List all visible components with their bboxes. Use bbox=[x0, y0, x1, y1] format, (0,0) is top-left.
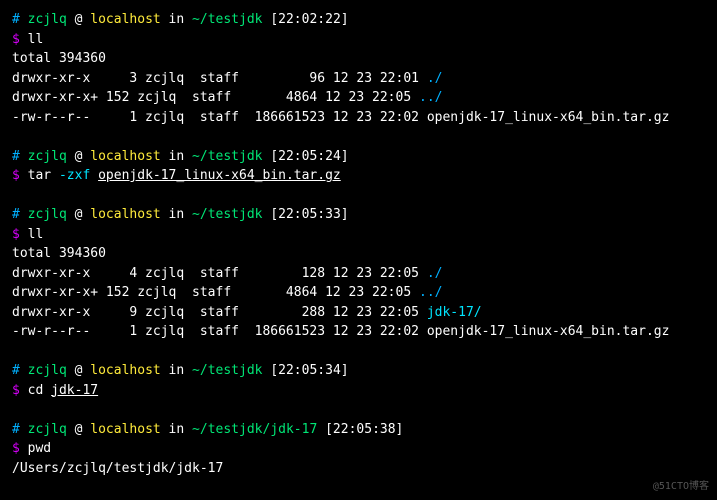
output-line: -rw-r--r-- 1 zcjlq staff 186661523 12 23… bbox=[12, 108, 705, 128]
prompt-path: ~/testjdk/jdk-17 bbox=[192, 422, 317, 437]
directory-name: ./ bbox=[427, 71, 443, 86]
command-line[interactable]: $ ll bbox=[12, 30, 705, 50]
prompt-in: in bbox=[161, 363, 192, 378]
output-line: /Users/zcjlq/testjdk/jdk-17 bbox=[12, 459, 705, 479]
prompt-at: @ bbox=[67, 422, 90, 437]
command-arg: jdk-17 bbox=[51, 383, 98, 398]
prompt-user: zcjlq bbox=[28, 149, 67, 164]
prompt-host: localhost bbox=[90, 422, 160, 437]
prompt-in: in bbox=[161, 422, 192, 437]
prompt-in: in bbox=[161, 207, 192, 222]
command-name: ll bbox=[28, 227, 44, 242]
directory-name: ../ bbox=[419, 90, 442, 105]
prompt-at: @ bbox=[67, 363, 90, 378]
blank-line bbox=[12, 342, 705, 362]
command-flag: -zxf bbox=[51, 168, 98, 183]
prompt-line: # zcjlq @ localhost in ~/testjdk [22:05:… bbox=[12, 205, 705, 225]
output-line: total 394360 bbox=[12, 49, 705, 69]
output-line: drwxr-xr-x+ 152 zcjlq staff 4864 12 23 2… bbox=[12, 283, 705, 303]
output-line: -rw-r--r-- 1 zcjlq staff 186661523 12 23… bbox=[12, 322, 705, 342]
prompt-user: zcjlq bbox=[28, 422, 67, 437]
output-line: drwxr-xr-x 3 zcjlq staff 96 12 23 22:01 … bbox=[12, 69, 705, 89]
prompt-time: [22:05:34] bbox=[263, 363, 349, 378]
prompt-hash: # bbox=[12, 12, 28, 27]
prompt-time: [22:05:33] bbox=[263, 207, 349, 222]
prompt-host: localhost bbox=[90, 12, 160, 27]
watermark: @51CTO博客 bbox=[653, 479, 709, 494]
prompt-time: [22:02:22] bbox=[263, 12, 349, 27]
prompt-path: ~/testjdk bbox=[192, 207, 262, 222]
prompt-dollar: $ bbox=[12, 32, 28, 47]
command-line[interactable]: $ cd jdk-17 bbox=[12, 381, 705, 401]
prompt-dollar: $ bbox=[12, 227, 28, 242]
output-line: drwxr-xr-x 4 zcjlq staff 128 12 23 22:05… bbox=[12, 264, 705, 284]
output-line: drwxr-xr-x 9 zcjlq staff 288 12 23 22:05… bbox=[12, 303, 705, 323]
prompt-line: # zcjlq @ localhost in ~/testjdk [22:05:… bbox=[12, 147, 705, 167]
prompt-hash: # bbox=[12, 207, 28, 222]
directory-name: ../ bbox=[419, 285, 442, 300]
prompt-time: [22:05:38] bbox=[317, 422, 403, 437]
command-line[interactable]: $ ll bbox=[12, 225, 705, 245]
command-line[interactable]: $ tar -zxf openjdk-17_linux-x64_bin.tar.… bbox=[12, 166, 705, 186]
prompt-at: @ bbox=[67, 149, 90, 164]
terminal-output[interactable]: # zcjlq @ localhost in ~/testjdk [22:02:… bbox=[12, 10, 705, 478]
prompt-dollar: $ bbox=[12, 441, 28, 456]
prompt-line: # zcjlq @ localhost in ~/testjdk/jdk-17 … bbox=[12, 420, 705, 440]
prompt-dollar: $ bbox=[12, 383, 28, 398]
prompt-in: in bbox=[161, 149, 192, 164]
output-line: drwxr-xr-x+ 152 zcjlq staff 4864 12 23 2… bbox=[12, 88, 705, 108]
blank-line bbox=[12, 400, 705, 420]
prompt-time: [22:05:24] bbox=[263, 149, 349, 164]
prompt-path: ~/testjdk bbox=[192, 12, 262, 27]
command-name: ll bbox=[28, 32, 44, 47]
prompt-user: zcjlq bbox=[28, 363, 67, 378]
prompt-user: zcjlq bbox=[28, 12, 67, 27]
prompt-in: in bbox=[161, 12, 192, 27]
blank-line bbox=[12, 186, 705, 206]
prompt-path: ~/testjdk bbox=[192, 363, 262, 378]
prompt-path: ~/testjdk bbox=[192, 149, 262, 164]
prompt-host: localhost bbox=[90, 207, 160, 222]
prompt-host: localhost bbox=[90, 149, 160, 164]
blank-line bbox=[12, 127, 705, 147]
prompt-user: zcjlq bbox=[28, 207, 67, 222]
command-line[interactable]: $ pwd bbox=[12, 439, 705, 459]
output-line: total 394360 bbox=[12, 244, 705, 264]
command-file: openjdk-17_linux-x64_bin.tar.gz bbox=[98, 168, 341, 183]
prompt-at: @ bbox=[67, 207, 90, 222]
prompt-hash: # bbox=[12, 149, 28, 164]
prompt-dollar: $ bbox=[12, 168, 28, 183]
prompt-line: # zcjlq @ localhost in ~/testjdk [22:05:… bbox=[12, 361, 705, 381]
prompt-hash: # bbox=[12, 422, 28, 437]
directory-name: ./ bbox=[427, 266, 443, 281]
prompt-line: # zcjlq @ localhost in ~/testjdk [22:02:… bbox=[12, 10, 705, 30]
prompt-host: localhost bbox=[90, 363, 160, 378]
command-name: cd bbox=[28, 383, 44, 398]
command-name: pwd bbox=[28, 441, 51, 456]
command-name: tar bbox=[28, 168, 51, 183]
prompt-hash: # bbox=[12, 363, 28, 378]
directory-name: jdk-17/ bbox=[427, 305, 482, 320]
prompt-at: @ bbox=[67, 12, 90, 27]
